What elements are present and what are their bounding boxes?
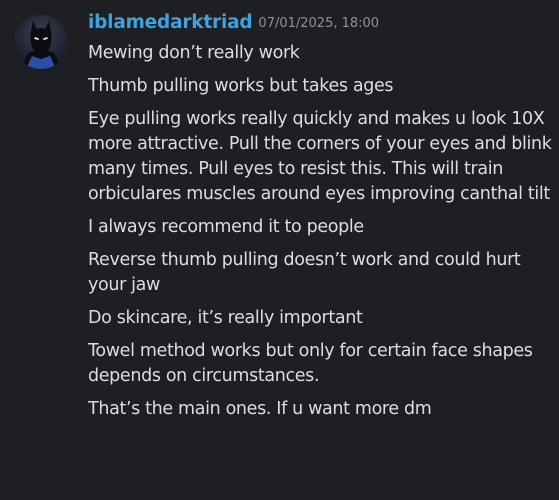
message-text: Thumb pulling works but takes ages [88,76,394,96]
message-text: I always recommend it to people [88,217,364,237]
message-text: Reverse thumb pulling doesn’t work and c… [88,250,521,295]
message-header: iblamedarktriad 07/01/2025, 18:00 [88,12,379,33]
message-list: Mewing don’t really work Thumb pulling w… [88,41,554,430]
message-text: Mewing don’t really work [88,43,300,63]
message-text: Eye pulling works really quickly and mak… [88,109,552,204]
message-text: That’s the main ones. If u want more dm [88,399,432,419]
chat-window: iblamedarktriad 07/01/2025, 18:00 Mewing … [0,0,559,500]
message-text: Do skincare, it’s really important [88,308,363,328]
timestamp: 07/01/2025, 18:00 [258,16,380,31]
message-text: Towel method works but only for certain … [88,341,533,386]
username[interactable]: iblamedarktriad [88,12,253,33]
batman-avatar-icon[interactable] [14,15,68,69]
